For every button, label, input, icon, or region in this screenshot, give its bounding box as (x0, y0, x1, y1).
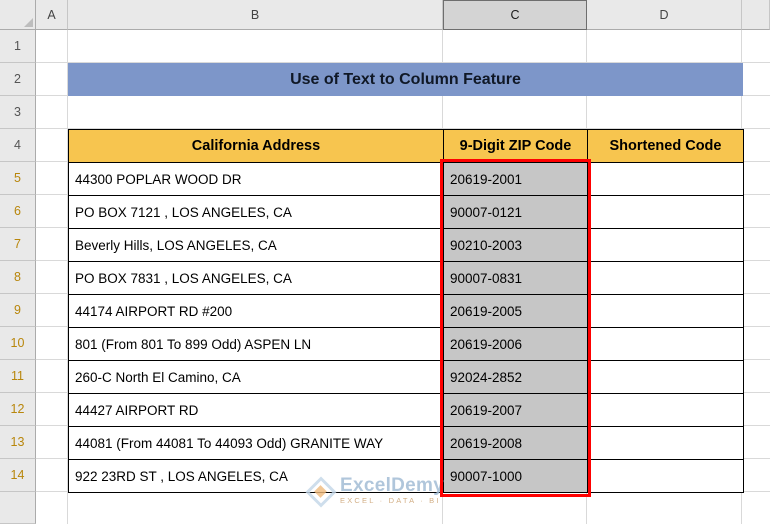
col-header-zip-code[interactable]: 9-Digit ZIP Code (444, 130, 588, 163)
select-all-button[interactable] (0, 0, 36, 30)
cell-shortened-row14[interactable] (588, 460, 744, 493)
excel-sheet: A B C D 1 2 3 4 5 6 7 8 9 10 11 12 13 14… (0, 0, 770, 524)
cell-zip-row9[interactable]: 20619-2005 (444, 295, 588, 328)
cell-zip-row12[interactable]: 20619-2007 (444, 394, 588, 427)
column-header-partial[interactable] (742, 0, 770, 30)
row-header-11[interactable]: 11 (0, 360, 36, 393)
cell-shortened-row7[interactable] (588, 229, 744, 262)
cell-zip-row6[interactable]: 90007-0121 (444, 196, 588, 229)
cell-zip-row10[interactable]: 20619-2006 (444, 328, 588, 361)
cell-address-row8[interactable]: PO BOX 7831 , LOS ANGELES, CA (69, 262, 444, 295)
cell-address-row14[interactable]: 922 23RD ST , LOS ANGELES, CA (69, 460, 444, 493)
row-header-8[interactable]: 8 (0, 261, 36, 294)
row-header-partial[interactable] (0, 492, 36, 524)
title-banner-cell[interactable]: Use of Text to Column Feature (68, 63, 743, 96)
cell-zip-row14[interactable]: 90007-1000 (444, 460, 588, 493)
data-table: California Address 9-Digit ZIP Code Shor… (68, 129, 744, 493)
row-header-13[interactable]: 13 (0, 426, 36, 459)
row-header-14[interactable]: 14 (0, 459, 36, 492)
row-header-10[interactable]: 10 (0, 327, 36, 360)
col-header-shortened-code[interactable]: Shortened Code (588, 130, 744, 163)
cell-zip-row5[interactable]: 20619-2001 (444, 163, 588, 196)
column-header-C-selected[interactable]: C (443, 0, 587, 30)
cell-shortened-row11[interactable] (588, 361, 744, 394)
cell-zip-row11[interactable]: 92024-2852 (444, 361, 588, 394)
cell-address-row12[interactable]: 44427 AIRPORT RD (69, 394, 444, 427)
cell-zip-row7[interactable]: 90210-2003 (444, 229, 588, 262)
row-header-5[interactable]: 5 (0, 162, 36, 195)
cell-shortened-row5[interactable] (588, 163, 744, 196)
cell-address-row10[interactable]: 801 (From 801 To 899 Odd) ASPEN LN (69, 328, 444, 361)
col-header-california-address[interactable]: California Address (69, 130, 444, 163)
cell-shortened-row10[interactable] (588, 328, 744, 361)
cell-shortened-row9[interactable] (588, 295, 744, 328)
cell-shortened-row6[interactable] (588, 196, 744, 229)
cell-address-row7[interactable]: Beverly Hills, LOS ANGELES, CA (69, 229, 444, 262)
cell-zip-row13[interactable]: 20619-2008 (444, 427, 588, 460)
cell-address-row13[interactable]: 44081 (From 44081 To 44093 Odd) GRANITE … (69, 427, 444, 460)
row-header-1[interactable]: 1 (0, 30, 36, 63)
cell-address-row5[interactable]: 44300 POPLAR WOOD DR (69, 163, 444, 196)
column-header-D[interactable]: D (587, 0, 742, 30)
row-header-2[interactable]: 2 (0, 63, 36, 96)
row-header-4[interactable]: 4 (0, 129, 36, 162)
cell-shortened-row12[interactable] (588, 394, 744, 427)
row-header-3[interactable]: 3 (0, 96, 36, 129)
cell-shortened-row13[interactable] (588, 427, 744, 460)
cell-address-row6[interactable]: PO BOX 7121 , LOS ANGELES, CA (69, 196, 444, 229)
row-header-6[interactable]: 6 (0, 195, 36, 228)
cell-zip-row8[interactable]: 90007-0831 (444, 262, 588, 295)
row-header-9[interactable]: 9 (0, 294, 36, 327)
column-header-A[interactable]: A (36, 0, 68, 30)
cell-address-row9[interactable]: 44174 AIRPORT RD #200 (69, 295, 444, 328)
column-header-B[interactable]: B (68, 0, 443, 30)
row-header-7[interactable]: 7 (0, 228, 36, 261)
cell-shortened-row8[interactable] (588, 262, 744, 295)
row-header-12[interactable]: 12 (0, 393, 36, 426)
cell-address-row11[interactable]: 260-C North El Camino, CA (69, 361, 444, 394)
